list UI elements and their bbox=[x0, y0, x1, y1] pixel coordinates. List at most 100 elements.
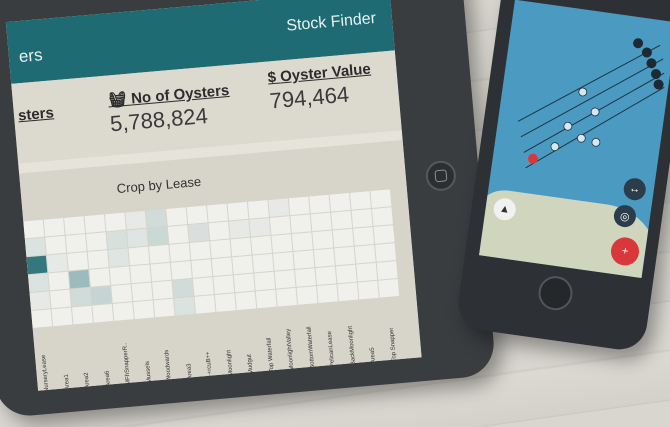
dollar-icon: $ bbox=[266, 68, 277, 87]
heatmap-cell bbox=[334, 246, 356, 266]
heatmap-cell bbox=[152, 280, 173, 300]
heatmap-cell bbox=[108, 248, 130, 268]
heatmap-cell bbox=[312, 230, 334, 250]
heatmap-cell bbox=[295, 268, 316, 287]
heatmap-cell bbox=[174, 296, 195, 316]
map-screen: ↔ ◎ ▲ + bbox=[479, 0, 670, 278]
stock-finder-link[interactable]: Stock Finder bbox=[286, 10, 377, 36]
heatmap-cell bbox=[125, 210, 147, 230]
x-tick-label: MoonlightValley bbox=[285, 328, 296, 371]
lease-lines bbox=[517, 38, 665, 169]
heatmap-cell bbox=[211, 257, 233, 277]
phone-device: ↔ ◎ ▲ + bbox=[454, 0, 670, 353]
heatmap-cell bbox=[64, 216, 86, 235]
x-tick-label: PelicanLease bbox=[327, 330, 337, 368]
x-tick-label: ++rcuB++ bbox=[205, 351, 214, 378]
header-title: ers bbox=[18, 45, 44, 67]
heatmap-cell bbox=[148, 244, 170, 264]
heatmap-cell bbox=[373, 225, 395, 244]
x-tick-label: Moonlight bbox=[225, 349, 235, 377]
heatmap-cell bbox=[350, 191, 371, 210]
heatmap-cell bbox=[351, 209, 373, 228]
x-tick-label: NurseryLease bbox=[40, 354, 51, 391]
heatmap-cell bbox=[357, 280, 379, 300]
heatmap-cell bbox=[26, 255, 48, 275]
heatmap-cell bbox=[310, 212, 332, 232]
heatmap-cell bbox=[169, 243, 191, 262]
heatmap-cell bbox=[214, 293, 236, 312]
heatmap-cell bbox=[188, 223, 210, 242]
heatmap-cell bbox=[376, 261, 398, 280]
heatmap-cell bbox=[186, 205, 208, 225]
heatmap-cell bbox=[133, 300, 155, 320]
heatmap-cell bbox=[45, 235, 67, 255]
heatmap-cell bbox=[126, 228, 148, 248]
heatmap-cell bbox=[273, 252, 294, 271]
heatmap-cell bbox=[293, 250, 315, 269]
heatmap-cell bbox=[166, 207, 188, 226]
heatmap-cell bbox=[378, 278, 400, 298]
x-tick-label: Area1 bbox=[63, 373, 71, 391]
heatmap-cell bbox=[87, 250, 109, 269]
heatmap-cell bbox=[269, 216, 291, 235]
heatmap-cell bbox=[247, 200, 269, 219]
heatmap-cell bbox=[111, 284, 133, 303]
x-tick-label: Top Snapper bbox=[388, 327, 398, 362]
heatmap-cell bbox=[208, 221, 230, 241]
heatmap-cell bbox=[46, 253, 68, 273]
heatmap-cell bbox=[24, 237, 46, 257]
chart-title: Crop by Lease bbox=[116, 173, 202, 197]
heatmap-cell bbox=[249, 217, 271, 237]
heatmap-cell bbox=[210, 239, 232, 259]
heatmap-cell bbox=[235, 291, 257, 311]
heatmap-cell bbox=[170, 260, 192, 280]
heatmap-cell bbox=[290, 214, 312, 234]
stat-label: sters bbox=[17, 104, 55, 125]
heatmap-cell bbox=[86, 232, 108, 251]
heatmap-cell bbox=[296, 286, 318, 305]
heatmap-cell bbox=[167, 225, 189, 244]
heatmap-cell bbox=[337, 282, 359, 302]
heatmap-cell bbox=[356, 262, 378, 282]
heatmap-cell bbox=[233, 273, 255, 293]
heatmap-cell bbox=[172, 278, 194, 298]
heatmap-cell bbox=[65, 234, 87, 253]
heatmap-cell bbox=[150, 262, 172, 282]
heatmap-cell bbox=[189, 241, 211, 260]
heatmap-cell bbox=[335, 264, 357, 284]
heatmap-cell bbox=[90, 286, 112, 305]
heatmap-cell bbox=[104, 212, 126, 232]
x-tick-label: Area3 bbox=[185, 363, 194, 380]
photo-scene: ers Stock Finder sters 🧺︎ No of Oysters … bbox=[0, 0, 670, 427]
heatmap-cell bbox=[309, 194, 331, 214]
x-tick-label: Area6 bbox=[104, 370, 112, 387]
tablet-screen: ers Stock Finder sters 🧺︎ No of Oysters … bbox=[5, 0, 422, 391]
x-tick-label: Area5 bbox=[369, 347, 377, 364]
crop-chart: Crop by Lease NurseryLease Area1 Area2 Area… bbox=[19, 140, 422, 391]
heatmap-cell bbox=[70, 287, 92, 307]
heatmap-cell bbox=[145, 208, 167, 228]
heatmap-cell bbox=[252, 253, 274, 273]
x-tick-label: BottomWaterfall bbox=[306, 326, 316, 369]
heatmap-cell bbox=[147, 226, 169, 246]
heatmap-cell bbox=[229, 219, 250, 239]
tablet-home-button bbox=[424, 159, 458, 193]
heatmap-cell bbox=[313, 248, 335, 268]
heatmap-cell bbox=[109, 266, 131, 285]
heatmap-cell bbox=[27, 273, 49, 293]
heatmap-cell bbox=[106, 230, 128, 250]
heatmap-cell bbox=[89, 268, 111, 287]
heatmap-cell bbox=[213, 275, 235, 294]
heatmap-cell bbox=[317, 284, 338, 303]
heatmap-cell bbox=[128, 246, 150, 266]
heatmap-cell bbox=[331, 210, 353, 230]
heatmap-cell bbox=[68, 269, 90, 289]
x-tick-label: Area2 bbox=[83, 372, 92, 389]
heatmap-cell bbox=[130, 264, 152, 284]
x-tick-label: Mussels bbox=[144, 360, 153, 384]
stat-no-of-oysters: 🧺︎ No of Oysters 5,788,824 bbox=[107, 81, 232, 137]
heatmap-cell bbox=[71, 305, 93, 325]
basket-icon: 🧺︎ bbox=[107, 90, 128, 110]
heatmap-cell bbox=[29, 291, 51, 311]
heatmap-cell bbox=[84, 214, 106, 233]
